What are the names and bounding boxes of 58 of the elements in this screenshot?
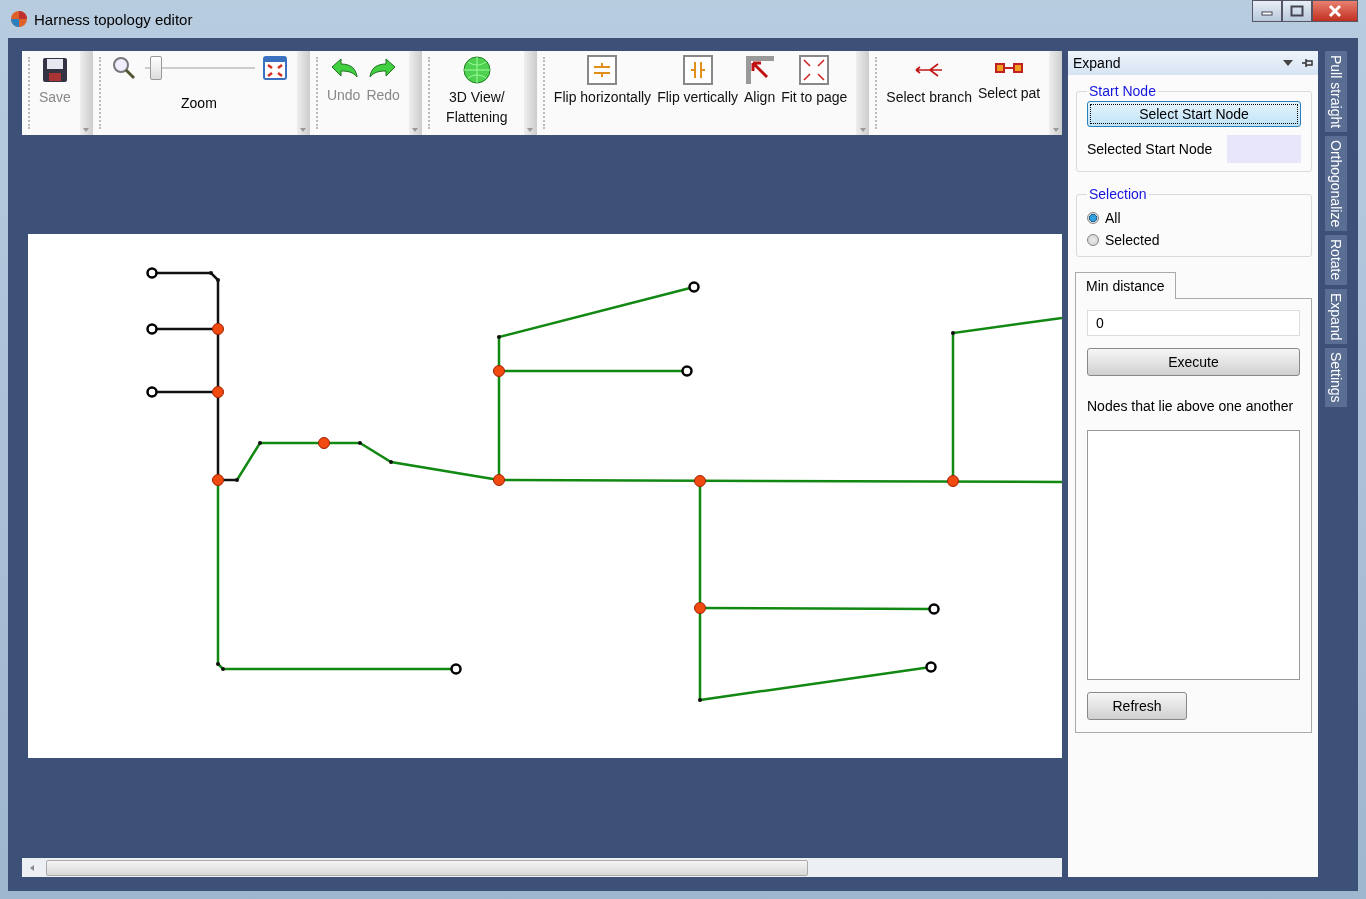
tab[interactable]: Min distance: [1075, 272, 1176, 299]
arrow-cursor-icon: [744, 55, 775, 85]
branch-arrows-icon: [915, 63, 944, 77]
harness-network-drawing[interactable]: [146, 267, 1062, 702]
select-start-node-button[interactable]: Select Start Node: [1087, 101, 1301, 127]
toolbar-button[interactable]: Flip horizontally: [550, 51, 655, 135]
flip-horizontal-icon: [587, 55, 618, 85]
toolbar-button[interactable]: 3D View/ Flattening: [435, 51, 518, 135]
caret-icon[interactable]: [411, 127, 420, 133]
side-tab[interactable]: Orthogonalize: [1325, 136, 1347, 232]
node-list[interactable]: [1087, 430, 1300, 680]
zoom-slider[interactable]: [144, 56, 255, 80]
side-tab[interactable]: Pull straight: [1325, 51, 1347, 133]
dropdown-caret-icon[interactable]: [1283, 60, 1293, 66]
zoom-label: Zoom: [181, 95, 217, 111]
left-arrow-icon[interactable]: [28, 863, 36, 872]
magnifier-icon: [110, 55, 137, 81]
radio-option[interactable]: Selected: [1087, 232, 1301, 248]
fit-arrows-icon: [799, 55, 830, 85]
scrollbar-thumb[interactable]: [46, 859, 808, 876]
close-button[interactable]: [1312, 0, 1358, 22]
caret-icon[interactable]: [299, 127, 308, 133]
sphere-icon: [10, 10, 28, 28]
globe-icon: [461, 55, 492, 85]
window-title: Harness topology editor: [34, 10, 194, 28]
expand-arrows-icon[interactable]: [262, 56, 287, 80]
maximize-icon: [1290, 5, 1304, 17]
radio-button[interactable]: [1087, 234, 1099, 246]
toolbar-button[interactable]: Select pat: [974, 51, 1044, 135]
side-tab[interactable]: Expand: [1325, 288, 1347, 345]
linked-squares-icon: [995, 63, 1024, 73]
toolbar-button[interactable]: Select branch: [883, 51, 975, 135]
side-tab[interactable]: Rotate: [1325, 235, 1347, 285]
list-caption: Nodes that lie above one another: [1087, 397, 1295, 416]
radio-option[interactable]: All: [1087, 210, 1301, 226]
field-label: Selected Start Node: [1087, 141, 1213, 157]
panel-title: Expand: [1073, 55, 1122, 71]
maximize-button[interactable]: [1282, 0, 1312, 22]
distance-field[interactable]: 0: [1087, 310, 1300, 336]
slider-thumb[interactable]: [150, 56, 163, 80]
refresh-button[interactable]: Refresh: [1087, 692, 1187, 720]
pin-icon[interactable]: [1301, 58, 1313, 68]
caret-icon[interactable]: [526, 127, 535, 133]
flip-vertical-icon: [682, 55, 713, 85]
close-icon: [1327, 4, 1343, 18]
group-legend: Selection: [1087, 186, 1149, 202]
radio-button[interactable]: [1087, 212, 1099, 224]
horizontal-scrollbar[interactable]: [22, 858, 1062, 877]
minimize-button[interactable]: [1252, 0, 1282, 22]
toolbar-button[interactable]: Fit to page: [778, 51, 851, 135]
execute-button[interactable]: Execute: [1087, 348, 1300, 376]
caret-icon[interactable]: [1051, 127, 1060, 133]
side-tab[interactable]: Settings: [1325, 348, 1347, 407]
caret-icon[interactable]: [82, 127, 91, 133]
toolbar-button[interactable]: Flip vertically: [654, 51, 742, 135]
group-legend: Start Node: [1087, 83, 1158, 99]
caret-icon[interactable]: [858, 127, 867, 133]
toolbar-button[interactable]: Align: [741, 51, 779, 135]
